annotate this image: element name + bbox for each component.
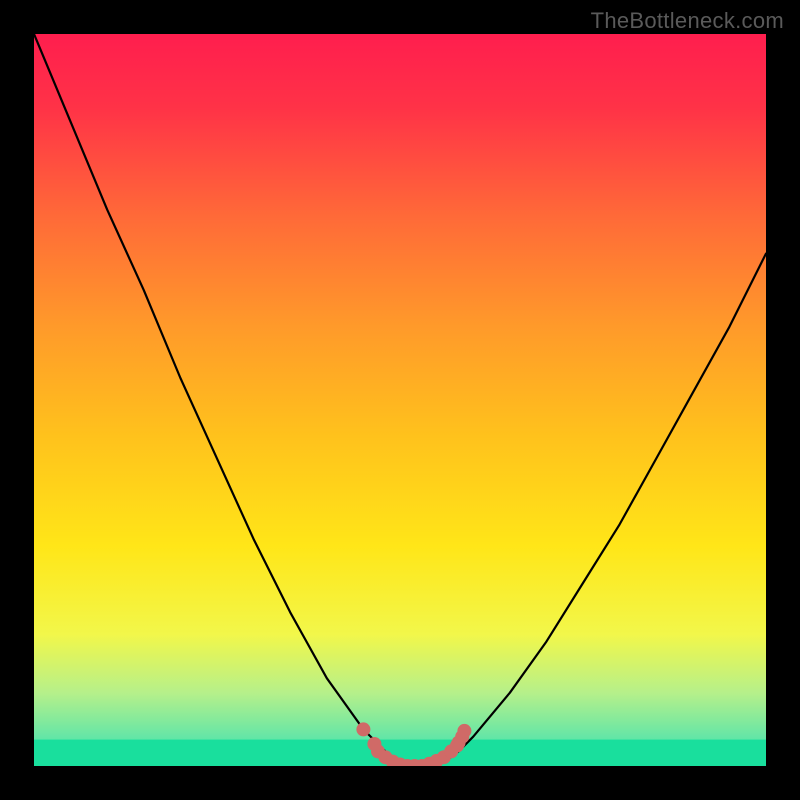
- watermark-text: TheBottleneck.com: [591, 8, 784, 34]
- gradient-background: [34, 34, 766, 766]
- marker-dot: [356, 722, 370, 736]
- marker-dot: [457, 724, 471, 738]
- chart-svg: [34, 34, 766, 766]
- plot-area: [34, 34, 766, 766]
- chart-frame: TheBottleneck.com: [0, 0, 800, 800]
